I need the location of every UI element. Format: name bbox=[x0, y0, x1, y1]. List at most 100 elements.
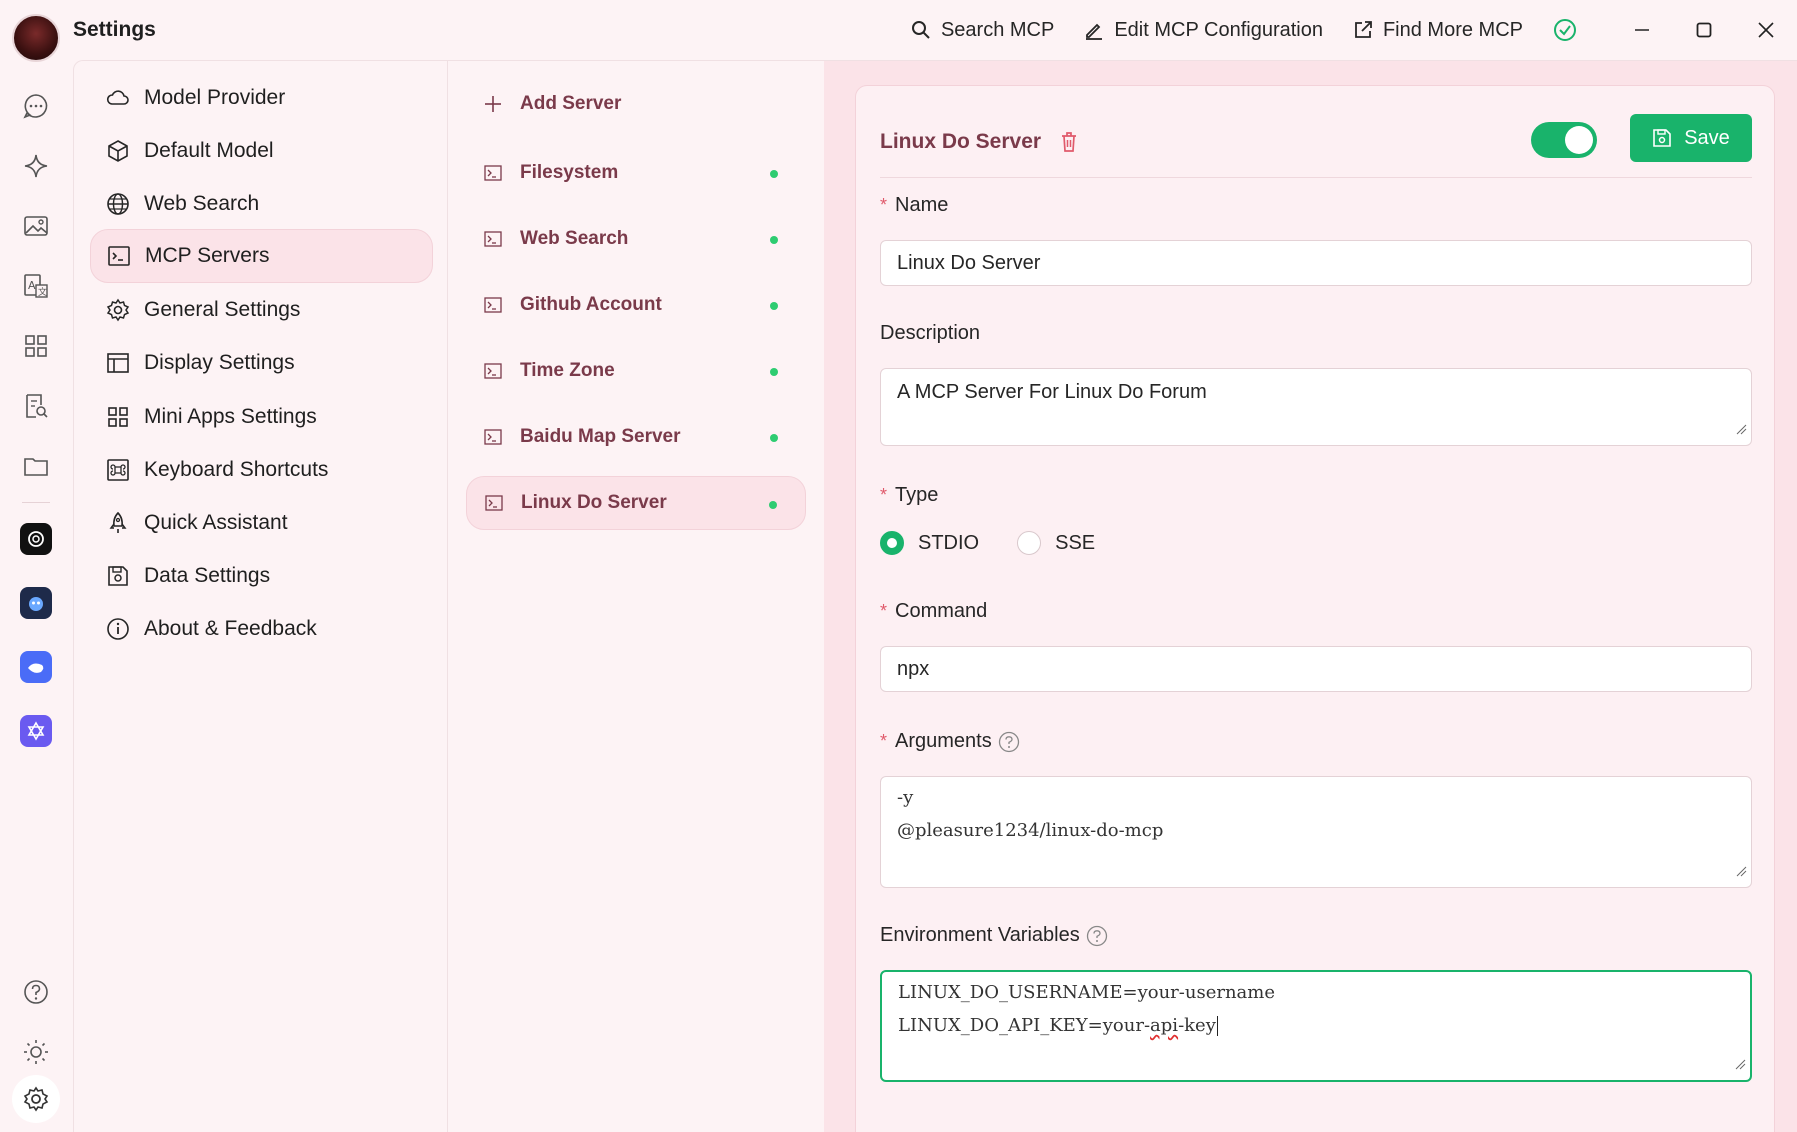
settings-menu: Model Provider Default Model Web Search … bbox=[73, 60, 448, 1132]
edit-icon bbox=[1084, 20, 1104, 40]
maximize-icon bbox=[1696, 22, 1712, 38]
server-item-baidu-map-server[interactable]: Baidu Map Server bbox=[466, 410, 806, 464]
env-line-part: LINUX_DO_API_KEY=your- bbox=[898, 1015, 1151, 1036]
help-icon[interactable] bbox=[998, 731, 1020, 753]
server-label: Baidu Map Server bbox=[520, 426, 681, 447]
cube-icon bbox=[106, 139, 130, 163]
server-label: Web Search bbox=[520, 228, 629, 249]
server-label: Filesystem bbox=[520, 162, 619, 183]
rocket-icon bbox=[106, 511, 130, 535]
server-item-github-account[interactable]: Github Account bbox=[466, 278, 806, 332]
chat-icon[interactable] bbox=[18, 88, 54, 124]
close-button[interactable] bbox=[1735, 0, 1797, 60]
command-value: npx bbox=[897, 657, 930, 680]
folder-icon[interactable] bbox=[18, 448, 54, 484]
svg-text:文: 文 bbox=[38, 286, 47, 298]
resize-grip-icon[interactable] bbox=[1734, 1053, 1746, 1076]
command-field[interactable]: npx bbox=[880, 646, 1752, 692]
menu-item-data-settings[interactable]: Data Settings bbox=[90, 549, 433, 603]
menu-item-about-feedback[interactable]: About & Feedback bbox=[90, 602, 433, 656]
trash-icon[interactable] bbox=[1059, 131, 1079, 153]
env-line: LINUX_DO_USERNAME=your-username bbox=[898, 982, 1275, 1003]
translate-icon[interactable]: A文 bbox=[18, 268, 54, 304]
menu-item-keyboard-shortcuts[interactable]: Keyboard Shortcuts bbox=[90, 443, 433, 497]
server-item-web-search[interactable]: Web Search bbox=[466, 212, 806, 266]
arguments-field[interactable]: -y @pleasure1234/linux-do-mcp bbox=[880, 776, 1752, 888]
robot-app-icon[interactable] bbox=[20, 587, 52, 619]
env-line: LINUX_DO_API_KEY=your-api-key bbox=[898, 1009, 1275, 1042]
avatar[interactable] bbox=[12, 14, 60, 62]
search-icon bbox=[911, 20, 931, 40]
menu-item-display-settings[interactable]: Display Settings bbox=[90, 336, 433, 390]
add-server-button[interactable]: Add Server bbox=[466, 77, 806, 131]
menu-item-general-settings[interactable]: General Settings bbox=[90, 283, 433, 337]
menu-label: Display Settings bbox=[144, 351, 295, 374]
env-field[interactable]: LINUX_DO_USERNAME=your-username LINUX_DO… bbox=[880, 970, 1752, 1082]
enable-toggle[interactable] bbox=[1531, 122, 1597, 158]
menu-label: Mini Apps Settings bbox=[144, 405, 317, 428]
menu-item-quick-assistant[interactable]: Quick Assistant bbox=[90, 496, 433, 550]
menu-item-web-search[interactable]: Web Search bbox=[90, 177, 433, 231]
terminal-icon bbox=[484, 296, 502, 314]
required-mark: * bbox=[880, 601, 888, 621]
minimize-icon bbox=[1634, 22, 1650, 38]
search-mcp-button[interactable]: Search MCP bbox=[911, 19, 1054, 42]
radio-sse-label: SSE bbox=[1055, 531, 1096, 554]
server-item-time-zone[interactable]: Time Zone bbox=[466, 344, 806, 398]
menu-item-mini-apps-settings[interactable]: Mini Apps Settings bbox=[90, 390, 433, 444]
server-config-card: Linux Do Server Save * Name Linux Do Ser… bbox=[855, 85, 1775, 1132]
description-label-text: Description bbox=[880, 322, 981, 344]
globe-icon bbox=[106, 192, 130, 216]
gear-icon bbox=[106, 298, 130, 322]
menu-label: Web Search bbox=[144, 192, 260, 215]
radio-stdio-label: STDIO bbox=[918, 531, 980, 554]
radio-stdio[interactable] bbox=[880, 531, 904, 555]
menu-item-default-model[interactable]: Default Model bbox=[90, 124, 433, 178]
find-more-mcp-button[interactable]: Find More MCP bbox=[1353, 19, 1523, 42]
name-label-text: Name bbox=[895, 194, 949, 216]
menu-item-model-provider[interactable]: Model Provider bbox=[90, 71, 433, 125]
help-icon[interactable] bbox=[18, 974, 54, 1010]
sparkle-icon[interactable] bbox=[18, 148, 54, 184]
grid-icon bbox=[106, 405, 130, 429]
terminal-icon bbox=[107, 244, 131, 268]
command-icon bbox=[106, 458, 130, 482]
star-app-icon[interactable] bbox=[20, 715, 52, 747]
menu-label: About & Feedback bbox=[144, 617, 317, 640]
help-icon[interactable] bbox=[1086, 925, 1108, 947]
server-status-dot bbox=[770, 368, 778, 376]
description-field[interactable]: A MCP Server For Linux Do Forum bbox=[880, 368, 1752, 446]
menu-label: Keyboard Shortcuts bbox=[144, 458, 329, 481]
server-item-filesystem[interactable]: Filesystem bbox=[466, 146, 806, 200]
card-header: Linux Do Server Save bbox=[880, 106, 1752, 178]
whale-app-icon[interactable] bbox=[20, 651, 52, 683]
server-status-dot bbox=[770, 236, 778, 244]
edit-mcp-config-button[interactable]: Edit MCP Configuration bbox=[1084, 19, 1323, 42]
name-field[interactable]: Linux Do Server bbox=[880, 240, 1752, 286]
maximize-button[interactable] bbox=[1673, 0, 1735, 60]
apps-icon[interactable] bbox=[18, 328, 54, 364]
menu-item-mcp-servers[interactable]: MCP Servers bbox=[90, 229, 433, 283]
radio-sse[interactable] bbox=[1017, 531, 1042, 555]
add-server-label: Add Server bbox=[520, 93, 622, 114]
server-item-linux-do-server[interactable]: Linux Do Server bbox=[466, 476, 806, 530]
external-link-icon bbox=[1353, 20, 1373, 40]
openai-app-icon[interactable] bbox=[20, 523, 52, 555]
name-label: * Name bbox=[880, 194, 948, 217]
settings-rail-button[interactable] bbox=[12, 1075, 60, 1123]
server-status-dot bbox=[770, 170, 778, 178]
resize-grip-icon[interactable] bbox=[1735, 860, 1747, 883]
type-label: * Type bbox=[880, 484, 938, 507]
name-value: Linux Do Server bbox=[897, 251, 1041, 274]
theme-sun-icon[interactable] bbox=[18, 1034, 54, 1070]
env-label: Environment Variables bbox=[880, 924, 1108, 947]
minimize-button[interactable] bbox=[1611, 0, 1673, 60]
env-value: LINUX_DO_USERNAME=your-username LINUX_DO… bbox=[898, 976, 1275, 1042]
check-circle-icon[interactable] bbox=[1553, 18, 1577, 42]
arguments-value: -y @pleasure1234/linux-do-mcp bbox=[897, 781, 1163, 847]
save-button[interactable]: Save bbox=[1630, 114, 1752, 162]
image-icon[interactable] bbox=[18, 208, 54, 244]
document-search-icon[interactable] bbox=[18, 388, 54, 424]
resize-grip-icon[interactable] bbox=[1735, 418, 1747, 441]
toggle-knob bbox=[1565, 126, 1593, 154]
